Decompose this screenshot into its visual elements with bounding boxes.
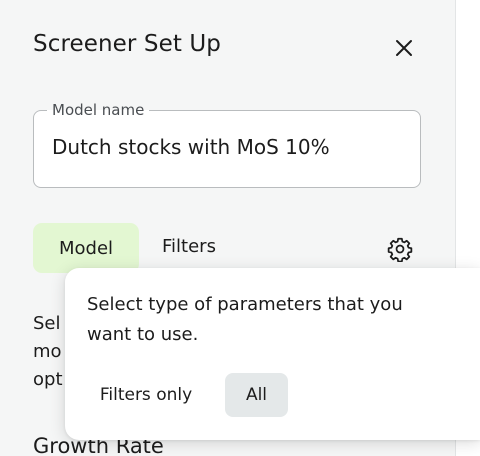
- close-button[interactable]: [390, 34, 418, 62]
- model-name-input[interactable]: [52, 135, 402, 159]
- settings-button[interactable]: [384, 233, 416, 265]
- tab-model-label: Model: [58, 237, 114, 259]
- all-label: All: [245, 385, 268, 405]
- panel-title: Screener Set Up: [33, 31, 222, 57]
- tab-filters[interactable]: Filters: [162, 236, 216, 257]
- close-icon: [396, 40, 412, 56]
- model-name-field: Model name: [33, 100, 421, 188]
- popover-message: Select type of parameters that you want …: [87, 294, 403, 345]
- model-name-label: Model name: [47, 100, 150, 120]
- gear-icon: [387, 237, 413, 262]
- all-option[interactable]: All: [225, 373, 288, 417]
- filters-only-label: Filters only: [99, 385, 193, 405]
- tab-model[interactable]: Model: [33, 223, 139, 273]
- parameter-type-popover: Select type of parameters that you want …: [65, 268, 480, 440]
- tab-filters-label: Filters: [162, 236, 216, 257]
- filters-only-option[interactable]: Filters only: [87, 373, 205, 417]
